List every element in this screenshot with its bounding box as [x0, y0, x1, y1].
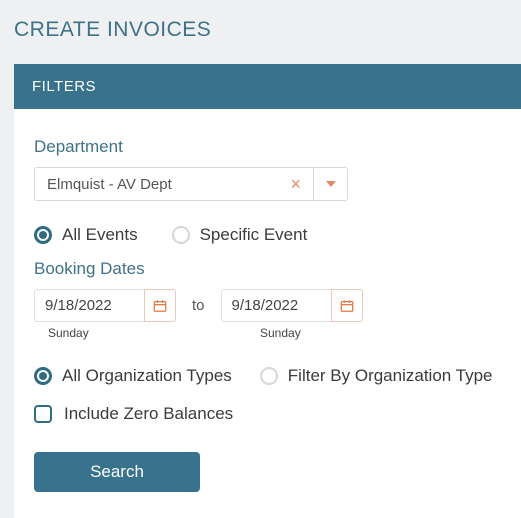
search-button[interactable]: Search — [34, 452, 200, 492]
radio-filter-org-type[interactable]: Filter By Organization Type — [260, 366, 493, 386]
radio-icon — [260, 367, 278, 385]
radio-specific-event-label: Specific Event — [200, 225, 308, 245]
radio-all-org-types[interactable]: All Organization Types — [34, 366, 232, 386]
radio-all-events[interactable]: All Events — [34, 225, 138, 245]
radio-all-events-label: All Events — [62, 225, 138, 245]
date-to-dow: Sunday — [260, 326, 301, 340]
checkbox-icon — [34, 405, 52, 423]
department-label: Department — [34, 137, 501, 157]
include-zero-balances-checkbox[interactable]: Include Zero Balances — [34, 404, 501, 424]
department-value: Elmquist - AV Dept — [47, 176, 172, 193]
panel-body: Department Elmquist - AV Dept × All Even… — [14, 109, 521, 518]
include-zero-balances-label: Include Zero Balances — [64, 404, 233, 424]
clear-icon[interactable]: × — [288, 175, 303, 193]
date-from-dow: Sunday — [48, 326, 190, 340]
radio-filter-org-type-label: Filter By Organization Type — [288, 366, 493, 386]
radio-icon — [34, 367, 52, 385]
panel-header: FILTERS — [14, 64, 521, 109]
calendar-icon — [153, 299, 167, 313]
date-to-picker-button[interactable] — [331, 289, 363, 322]
booking-dates-label: Booking Dates — [34, 259, 501, 279]
radio-specific-event[interactable]: Specific Event — [172, 225, 308, 245]
date-from-picker-button[interactable] — [144, 289, 176, 322]
department-select[interactable]: Elmquist - AV Dept × — [34, 167, 314, 201]
page-title: CREATE INVOICES — [14, 18, 521, 42]
radio-icon — [34, 226, 52, 244]
radio-icon — [172, 226, 190, 244]
date-to-input[interactable]: 9/18/2022 — [221, 289, 331, 322]
radio-all-org-types-label: All Organization Types — [62, 366, 232, 386]
department-dropdown-toggle[interactable] — [314, 167, 348, 201]
calendar-icon — [340, 299, 354, 313]
filters-panel: FILTERS Department Elmquist - AV Dept × … — [14, 64, 521, 518]
to-label: to — [188, 297, 209, 314]
date-from-input[interactable]: 9/18/2022 — [34, 289, 144, 322]
chevron-down-icon — [326, 181, 336, 187]
